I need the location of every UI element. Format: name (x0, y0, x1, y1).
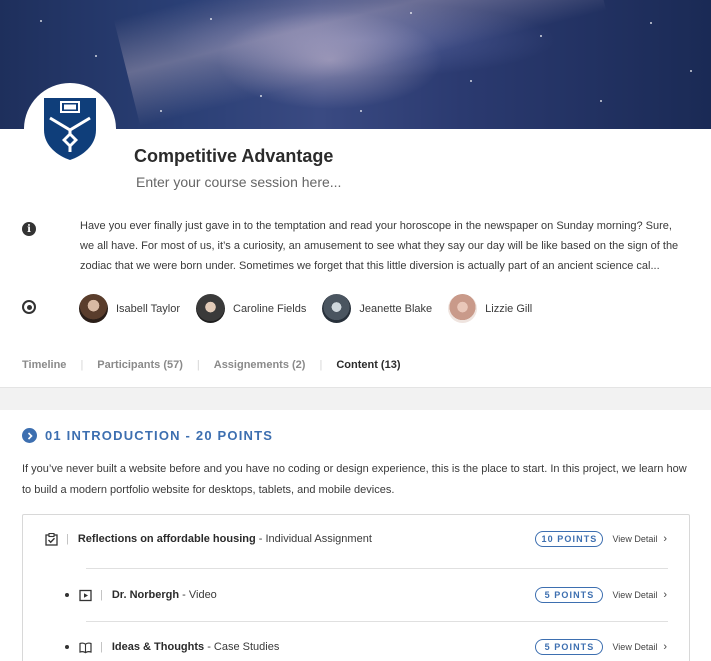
tab-separator: | (319, 359, 323, 371)
item-type: - Case Studies (204, 641, 280, 653)
bullet (65, 645, 69, 649)
content-item[interactable]: | Reflections on affordable housing - In… (23, 527, 689, 551)
course-tabs: Timeline | Participants (57) | Assigneme… (22, 359, 400, 371)
chevron-right-icon[interactable] (22, 428, 37, 443)
course-title: Competitive Advantage (134, 146, 334, 166)
content-item[interactable]: | Dr. Norbergh - Video 5 POINTS View Det… (23, 583, 689, 607)
item-title: Dr. Norbergh (111, 589, 180, 601)
section-title: 01 INTRODUCTION - 20 POINTS (45, 428, 274, 443)
avatar (322, 294, 352, 323)
participants-list: Isabell Taylor Caroline Fields Jeanette … (79, 294, 548, 323)
tab-participants[interactable]: Participants (57) (97, 359, 183, 371)
points-badge: 5 POINTS (535, 587, 604, 603)
view-detail-link[interactable]: View Detail › (612, 533, 667, 545)
chevron-right-icon: › (663, 533, 667, 545)
info-icon: i (22, 222, 36, 236)
section-heading[interactable]: 01 INTRODUCTION - 20 POINTS (22, 428, 273, 443)
assignment-check-icon (45, 532, 58, 546)
points-badge: 10 POINTS (535, 531, 604, 547)
participant[interactable]: Isabell Taylor (79, 294, 180, 323)
course-logo (24, 83, 116, 175)
tab-separator: | (80, 359, 84, 371)
video-play-icon (79, 589, 92, 602)
item-type: - Video (179, 589, 217, 601)
view-detail-label: View Detail (612, 642, 658, 652)
course-session-input[interactable]: Enter your course session here... (136, 174, 341, 190)
item-title: Reflections on affordable housing (77, 533, 256, 545)
tab-separator: | (196, 359, 200, 371)
row-divider (86, 621, 668, 622)
item-separator: | (100, 589, 103, 601)
content-items-card: | Reflections on affordable housing - In… (22, 514, 690, 661)
avatar (448, 294, 478, 323)
participant-name: Caroline Fields (233, 302, 307, 315)
participant[interactable]: Lizzie Gill (448, 294, 532, 323)
tab-assignments[interactable]: Assignements (2) (214, 359, 306, 371)
item-separator: | (100, 641, 103, 653)
tab-timeline[interactable]: Timeline (22, 359, 66, 371)
participant-name: Jeanette Blake (359, 302, 433, 315)
participants-icon (22, 300, 36, 314)
view-detail-label: View Detail (612, 534, 658, 544)
avatar (196, 294, 225, 323)
avatar (79, 294, 108, 323)
tab-content[interactable]: Content (13) (336, 359, 400, 371)
university-shield-icon (44, 98, 96, 160)
view-detail-label: View Detail (612, 590, 658, 600)
item-separator: | (66, 533, 69, 545)
row-divider (86, 568, 668, 569)
participant[interactable]: Jeanette Blake (322, 294, 432, 323)
item-title: Ideas & Thoughts (111, 641, 205, 653)
chevron-right-icon: › (663, 589, 667, 601)
book-icon (79, 641, 92, 654)
course-description: Have you ever finally just gave in to th… (80, 220, 679, 272)
item-type: - Individual Assignment (255, 533, 372, 545)
participant-name: Isabell Taylor (116, 302, 180, 315)
view-detail-link[interactable]: View Detail › (612, 589, 667, 601)
bullet (65, 593, 69, 597)
participant[interactable]: Caroline Fields (196, 294, 306, 323)
chevron-right-icon: › (663, 641, 667, 653)
participant-name: Lizzie Gill (485, 302, 533, 315)
points-badge: 5 POINTS (535, 639, 604, 655)
content-item[interactable]: | Ideas & Thoughts - Case Studies 5 POIN… (23, 635, 689, 659)
section-description: If you’ve never built a website before a… (22, 463, 687, 496)
view-detail-link[interactable]: View Detail › (612, 641, 667, 653)
